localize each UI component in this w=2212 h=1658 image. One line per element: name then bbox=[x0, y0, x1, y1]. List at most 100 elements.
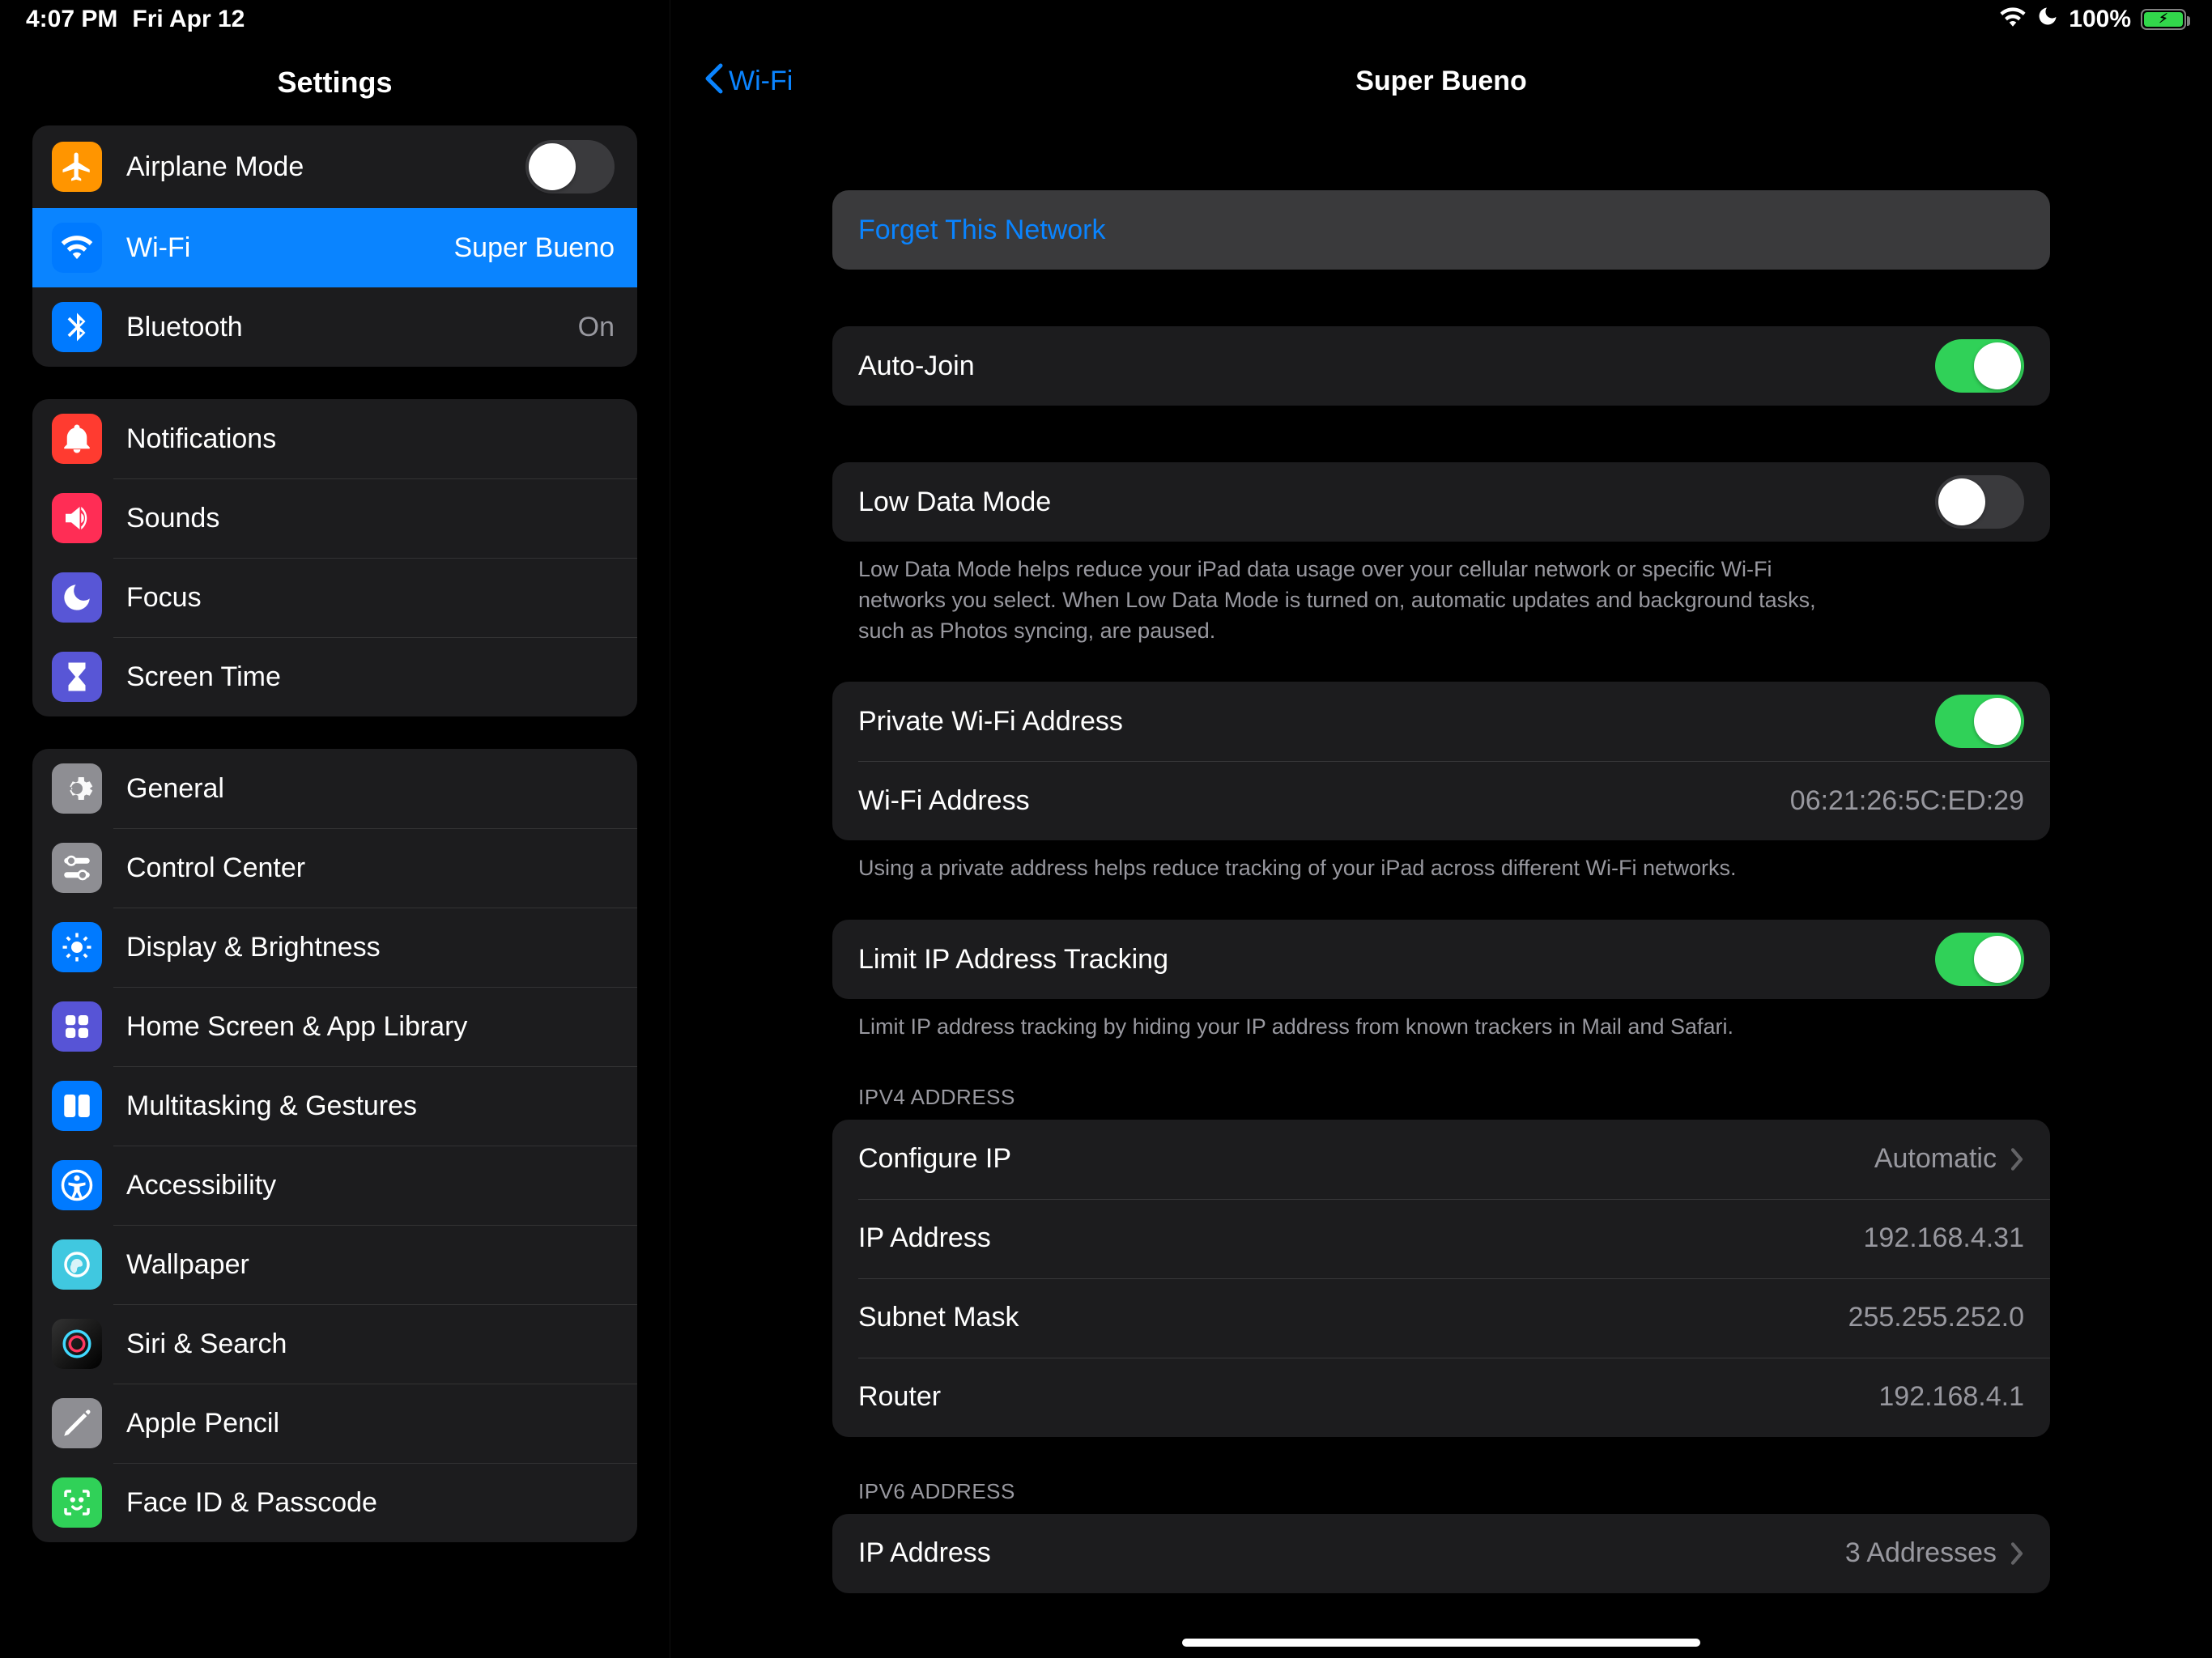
sidebar-item-faceid[interactable]: Face ID & Passcode bbox=[32, 1463, 637, 1542]
sidebar-item-notifications[interactable]: Notifications bbox=[32, 399, 637, 478]
bluetooth-icon bbox=[52, 302, 102, 352]
low-data-footer: Low Data Mode helps reduce your iPad dat… bbox=[832, 542, 1869, 646]
row-label: Face ID & Passcode bbox=[126, 1487, 615, 1519]
grid-icon bbox=[52, 1001, 102, 1052]
forget-group: Forget This Network bbox=[832, 190, 2050, 270]
subnet-value: 255.255.252.0 bbox=[1848, 1302, 2024, 1333]
row-label: Bluetooth bbox=[126, 312, 578, 343]
row-label: Display & Brightness bbox=[126, 932, 615, 963]
limit-ip-row[interactable]: Limit IP Address Tracking bbox=[832, 920, 2050, 999]
limitip-group: Limit IP Address Tracking bbox=[832, 920, 2050, 999]
row-label: Siri & Search bbox=[126, 1329, 615, 1360]
battery-percent: 100% bbox=[2069, 6, 2131, 33]
sidebar: Settings Airplane Mode Wi-Fi Super Bueno… bbox=[0, 0, 670, 1658]
dnd-icon bbox=[2036, 5, 2059, 34]
wifi-icon bbox=[52, 223, 102, 273]
row-label: Sounds bbox=[126, 503, 615, 534]
sidebar-item-focus[interactable]: Focus bbox=[32, 558, 637, 637]
chevron-right-icon bbox=[2010, 1541, 2024, 1566]
low-data-row[interactable]: Low Data Mode bbox=[832, 462, 2050, 542]
forget-network-button[interactable]: Forget This Network bbox=[832, 190, 2050, 270]
wallpaper-icon bbox=[52, 1239, 102, 1290]
row-label: Home Screen & App Library bbox=[126, 1011, 615, 1043]
faceid-icon bbox=[52, 1477, 102, 1528]
moon-icon bbox=[52, 572, 102, 623]
auto-join-row[interactable]: Auto-Join bbox=[832, 326, 2050, 406]
private-group: Private Wi-Fi Address Wi-Fi Address 06:2… bbox=[832, 682, 2050, 840]
auto-join-toggle[interactable] bbox=[1935, 339, 2024, 393]
row-label: Router bbox=[858, 1381, 1878, 1413]
detail-pane: Wi-Fi Super Bueno Forget This Network Au… bbox=[670, 0, 2212, 1658]
detail-title: Super Bueno bbox=[1355, 66, 1527, 97]
row-label: Wallpaper bbox=[126, 1249, 615, 1281]
home-indicator[interactable] bbox=[1182, 1639, 1700, 1647]
row-label: General bbox=[126, 773, 615, 805]
row-label: Notifications bbox=[126, 423, 615, 455]
private-wifi-row[interactable]: Private Wi-Fi Address bbox=[832, 682, 2050, 761]
speaker-icon bbox=[52, 493, 102, 543]
row-label: Private Wi-Fi Address bbox=[858, 706, 1935, 738]
router-row: Router 192.168.4.1 bbox=[832, 1358, 2050, 1437]
status-date: Fri Apr 12 bbox=[132, 6, 245, 33]
forget-label: Forget This Network bbox=[858, 215, 2024, 246]
configure-ip-value: Automatic bbox=[1874, 1143, 1997, 1175]
sun-icon bbox=[52, 922, 102, 972]
row-label: Multitasking & Gestures bbox=[126, 1090, 615, 1122]
chevron-right-icon bbox=[2010, 1147, 2024, 1171]
configure-ip-row[interactable]: Configure IP Automatic bbox=[832, 1120, 2050, 1199]
row-label: Auto-Join bbox=[858, 351, 1935, 382]
wifi-address-value: 06:21:26:5C:ED:29 bbox=[1790, 785, 2024, 817]
sidebar-item-screentime[interactable]: Screen Time bbox=[32, 637, 637, 716]
row-label: Wi-Fi bbox=[126, 232, 454, 264]
autojoin-group: Auto-Join bbox=[832, 326, 2050, 406]
router-value: 192.168.4.1 bbox=[1878, 1381, 2024, 1413]
multitask-icon bbox=[52, 1081, 102, 1131]
row-label: IP Address bbox=[858, 1222, 1863, 1254]
sidebar-item-multitasking[interactable]: Multitasking & Gestures bbox=[32, 1066, 637, 1146]
row-label: Control Center bbox=[126, 852, 615, 884]
sidebar-item-display[interactable]: Display & Brightness bbox=[32, 908, 637, 987]
back-label: Wi-Fi bbox=[729, 66, 793, 97]
airplane-toggle[interactable] bbox=[525, 140, 615, 193]
subnet-row: Subnet Mask 255.255.252.0 bbox=[832, 1278, 2050, 1358]
sidebar-item-pencil[interactable]: Apple Pencil bbox=[32, 1384, 637, 1463]
sidebar-item-accessibility[interactable]: Accessibility bbox=[32, 1146, 637, 1225]
accessibility-icon bbox=[52, 1160, 102, 1210]
pencil-icon bbox=[52, 1398, 102, 1448]
private-footer: Using a private address helps reduce tra… bbox=[832, 840, 1869, 884]
sidebar-title: Settings bbox=[0, 45, 670, 125]
sidebar-item-wifi[interactable]: Wi-Fi Super Bueno bbox=[32, 208, 637, 287]
row-label: Subnet Mask bbox=[858, 1302, 1848, 1333]
gear-icon bbox=[52, 763, 102, 814]
chevron-left-icon bbox=[703, 62, 725, 100]
sidebar-group-attention: Notifications Sounds Focus Screen Time bbox=[32, 399, 637, 716]
row-label: IP Address bbox=[858, 1537, 1845, 1569]
sidebar-item-home-screen[interactable]: Home Screen & App Library bbox=[32, 987, 637, 1066]
ipv6-ip-row[interactable]: IP Address 3 Addresses bbox=[832, 1514, 2050, 1593]
sidebar-item-siri[interactable]: Siri & Search bbox=[32, 1304, 637, 1384]
sidebar-item-sounds[interactable]: Sounds bbox=[32, 478, 637, 558]
status-time: 4:07 PM bbox=[26, 6, 117, 33]
sidebar-group-connectivity: Airplane Mode Wi-Fi Super Bueno Bluetoot… bbox=[32, 125, 637, 367]
ipv6-ip-value: 3 Addresses bbox=[1845, 1537, 1997, 1569]
ipv4-group: Configure IP Automatic IP Address 192.16… bbox=[832, 1120, 2050, 1437]
sidebar-item-bluetooth[interactable]: Bluetooth On bbox=[32, 287, 637, 367]
row-label: Apple Pencil bbox=[126, 1408, 615, 1439]
sidebar-item-control-center[interactable]: Control Center bbox=[32, 828, 637, 908]
sidebar-group-system: General Control Center Display & Brightn… bbox=[32, 749, 637, 1542]
row-label: Configure IP bbox=[858, 1143, 1874, 1175]
sidebar-item-airplane[interactable]: Airplane Mode bbox=[32, 125, 637, 208]
back-button[interactable]: Wi-Fi bbox=[703, 62, 793, 100]
low-data-toggle[interactable] bbox=[1935, 475, 2024, 529]
detail-header: Wi-Fi Super Bueno bbox=[670, 45, 2212, 117]
lowdata-group: Low Data Mode bbox=[832, 462, 2050, 542]
wifi-address-row: Wi-Fi Address 06:21:26:5C:ED:29 bbox=[832, 761, 2050, 840]
sidebar-item-general[interactable]: General bbox=[32, 749, 637, 828]
row-label: Screen Time bbox=[126, 661, 615, 693]
private-wifi-toggle[interactable] bbox=[1935, 695, 2024, 748]
battery-icon: ⚡︎ bbox=[2141, 9, 2186, 30]
wifi-icon bbox=[1999, 6, 2027, 33]
sidebar-item-wallpaper[interactable]: Wallpaper bbox=[32, 1225, 637, 1304]
limit-ip-toggle[interactable] bbox=[1935, 933, 2024, 986]
bell-icon bbox=[52, 414, 102, 464]
